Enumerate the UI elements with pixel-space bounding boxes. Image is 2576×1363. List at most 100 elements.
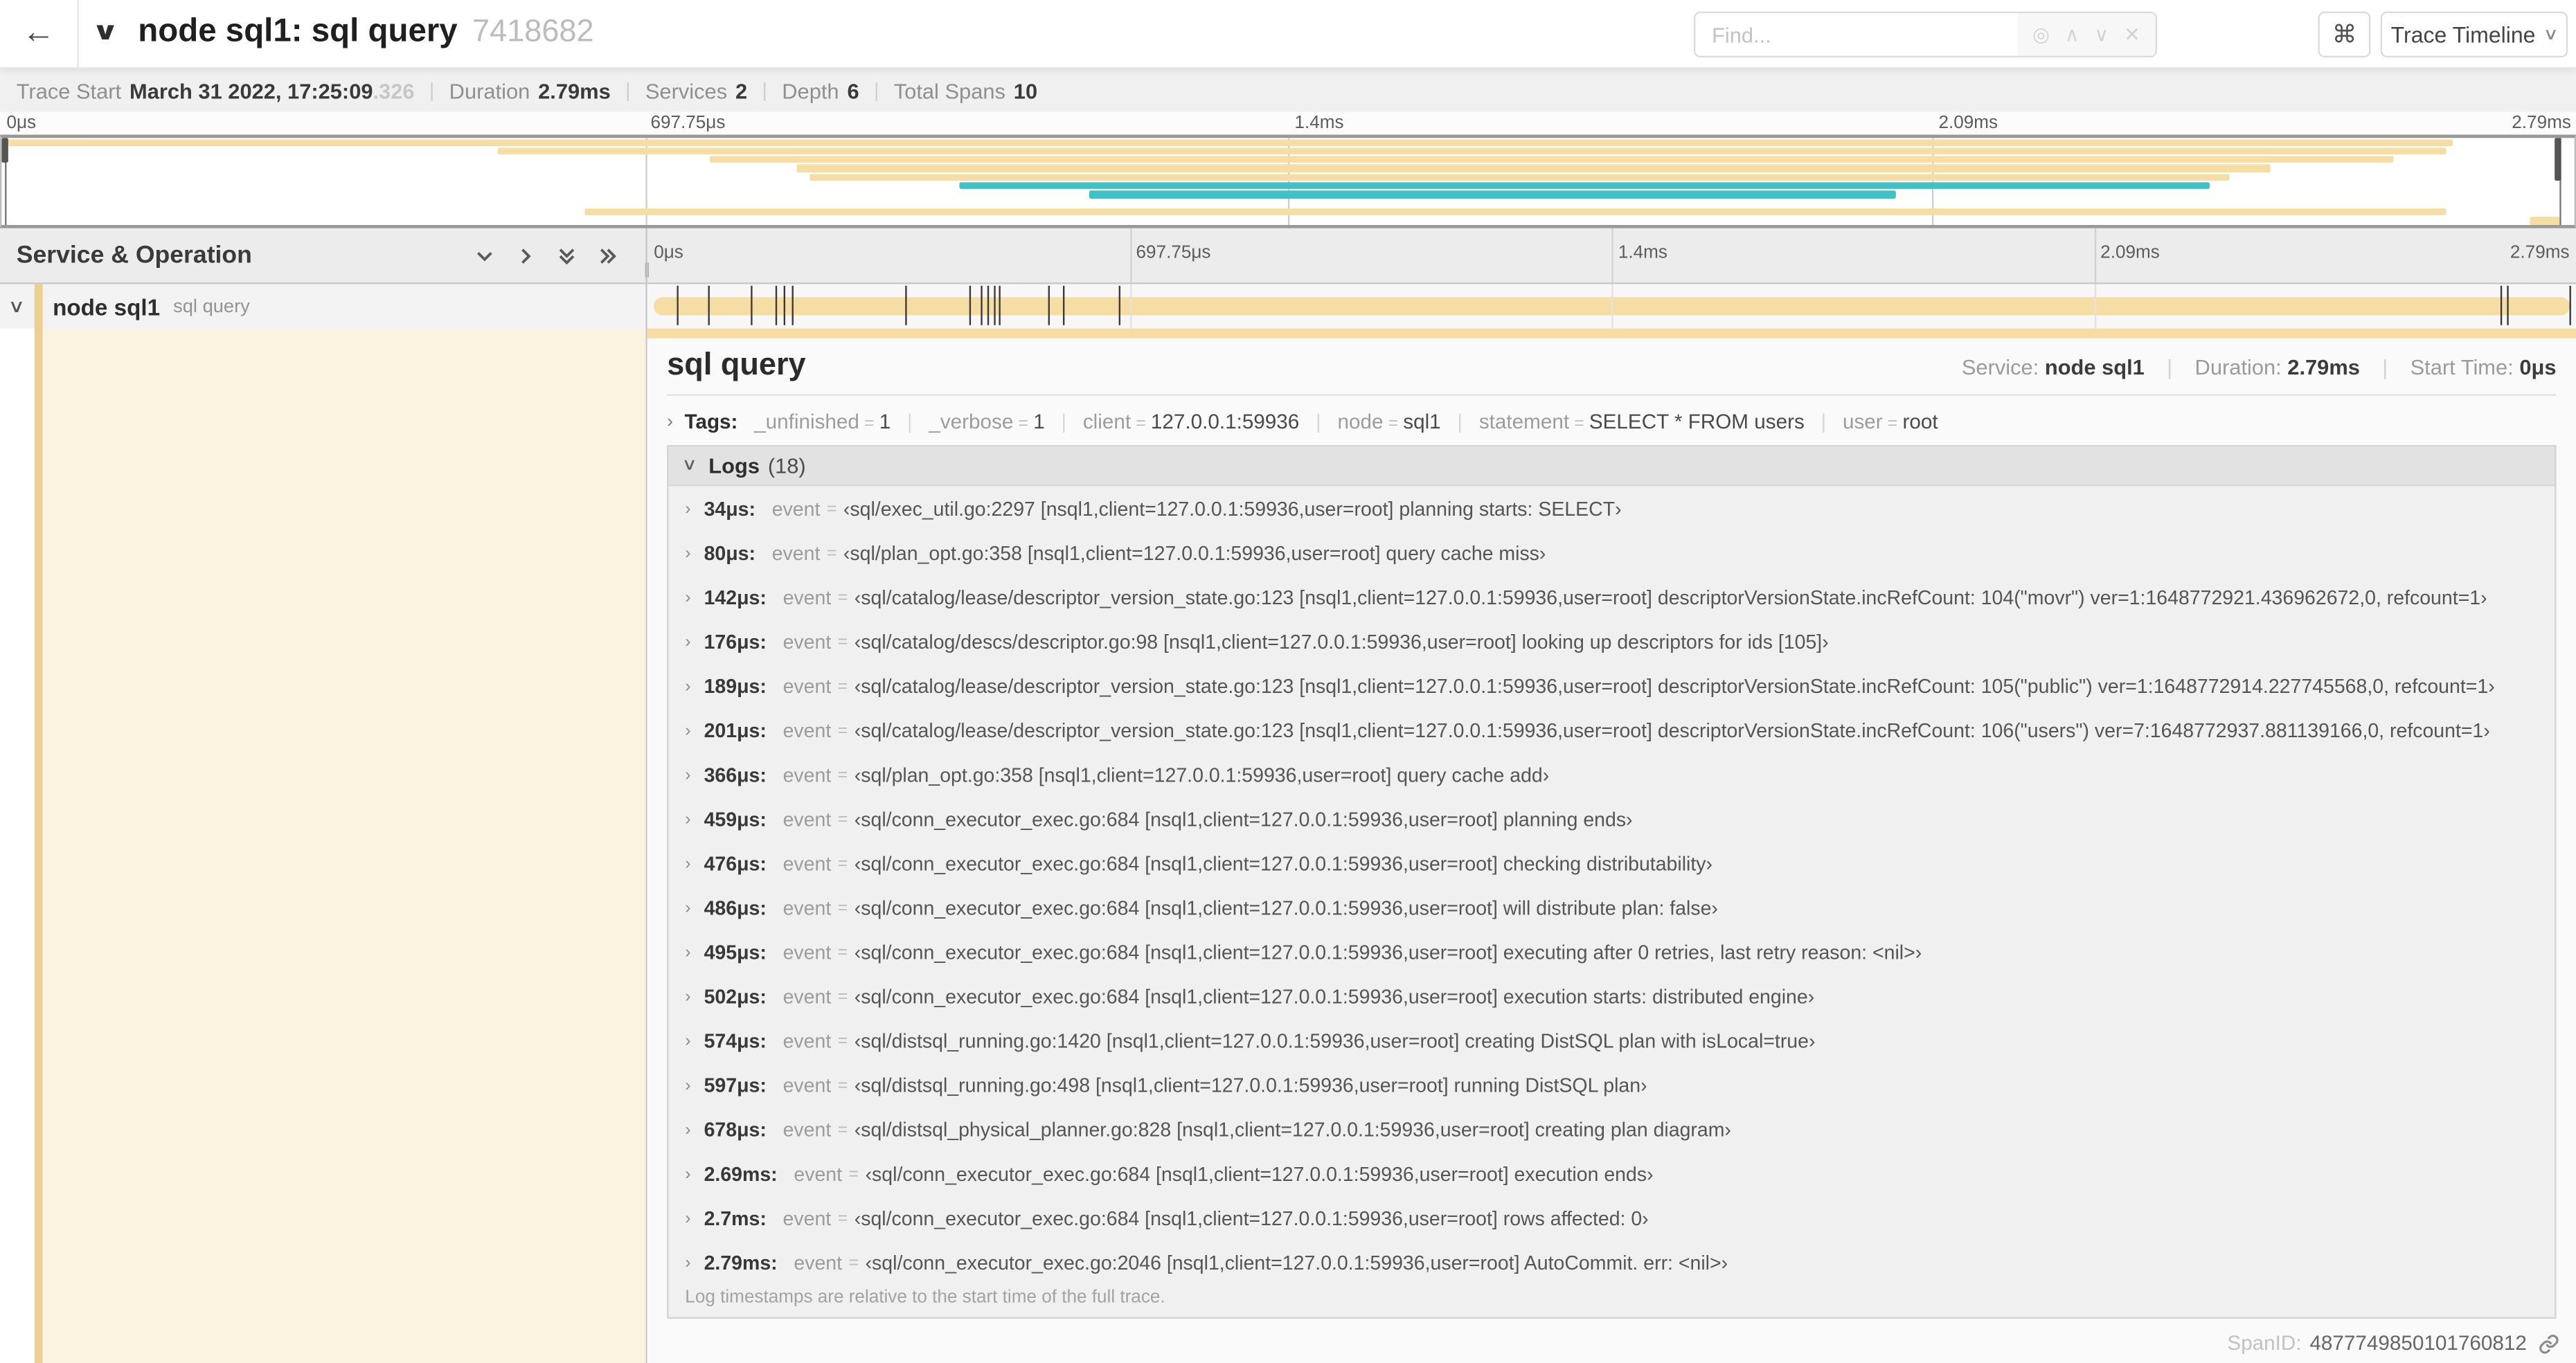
log-row[interactable]: › 366μs: event = ‹sql/plan_opt.go:358 [nsql1… <box>669 752 2555 797</box>
log-field-name: event <box>771 541 821 564</box>
trace-id: 7418682 <box>472 15 594 50</box>
chevron-right-icon: › <box>685 676 691 696</box>
chevron-right-icon: › <box>685 764 691 784</box>
match-focus-icon[interactable]: ◎ <box>2032 23 2050 46</box>
log-row[interactable]: › 476μs: event = ‹sql/conn_executor_exec.go:… <box>669 841 2555 885</box>
log-marker-tick <box>751 285 753 325</box>
next-match-icon[interactable]: ∨ <box>2094 23 2109 46</box>
equals-sign: = <box>1887 413 1898 434</box>
trace-start-label: Trace Start <box>16 78 122 103</box>
log-field-name: event <box>794 1162 843 1185</box>
logs-accordion: ∨ Logs (18) › 34μs: event = ‹sql/exec_util.g… <box>667 444 2557 1319</box>
log-row[interactable]: › 2.7ms: event = ‹sql/conn_executor_exec.go:… <box>669 1195 2555 1240</box>
left-panel-fill <box>0 328 647 1363</box>
equals-sign: = <box>837 941 848 962</box>
minimap-canvas[interactable] <box>0 134 2576 228</box>
chevron-right-icon: › <box>685 1030 691 1051</box>
log-value: ‹sql/distsql_running.go:498 [nsql1,clien… <box>854 1073 1647 1096</box>
span-color-top-strip <box>647 328 2576 339</box>
log-row[interactable]: › 495μs: event = ‹sql/conn_executor_exec.go:… <box>669 930 2555 974</box>
log-timestamp: 80μs: <box>704 541 755 564</box>
equals-sign: = <box>837 764 848 784</box>
equals-sign: = <box>864 413 875 434</box>
deep-link-icon[interactable] <box>2538 1333 2559 1354</box>
ruler-tick-label: 1.4ms <box>1618 243 1667 263</box>
log-timestamp: 502μs: <box>704 984 767 1008</box>
trace-title: node sql1: sql query <box>138 12 458 50</box>
chevron-right-icon: › <box>685 631 691 651</box>
service-label: Service: <box>1961 354 2039 380</box>
back-button[interactable]: ← <box>0 0 79 68</box>
span-bar-row[interactable] <box>647 284 2576 329</box>
duration-label: Duration: <box>2194 354 2282 380</box>
left-scrubber-handle[interactable] <box>1 138 8 163</box>
log-marker-tick <box>993 285 996 325</box>
log-row[interactable]: › 678μs: event = ‹sql/distsql_physical_plann… <box>669 1107 2555 1151</box>
separator: | <box>2167 354 2173 380</box>
tag-key: _unfinished <box>754 410 859 434</box>
log-marker-tick <box>774 285 777 325</box>
log-row[interactable]: › 597μs: event = ‹sql/distsql_running.go:498… <box>669 1063 2555 1107</box>
trace-collapse-chevron-icon[interactable]: ∨ <box>91 17 119 46</box>
equals-sign: = <box>837 1207 848 1228</box>
prev-match-icon[interactable]: ∧ <box>2065 23 2079 46</box>
view-type-dropdown[interactable]: Trace Timeline ∨ <box>2380 11 2568 58</box>
tags-accordion[interactable]: › Tags: _unfinished = 1 | _verbose = 1 | client =… <box>667 406 2556 438</box>
log-marker-tick <box>998 285 1001 325</box>
log-row[interactable]: › 34μs: event = ‹sql/exec_util.go:2297 [nsql… <box>669 486 2555 530</box>
log-field-name: event <box>782 585 832 608</box>
equals-sign: = <box>837 853 848 873</box>
equals-sign: = <box>1388 413 1399 434</box>
minimap-span-bar <box>2530 217 2559 225</box>
service-operation-header: Service & Operation ∥ <box>0 228 651 283</box>
tags-label: Tags: <box>684 410 738 434</box>
minimap-span-bar <box>1089 190 1895 199</box>
log-row[interactable]: › 201μs: event = ‹sql/catalog/lease/descript… <box>669 708 2555 752</box>
duration-value: 2.79ms <box>2287 354 2360 380</box>
chevron-right-icon: › <box>685 1074 691 1095</box>
log-timestamp: 176μs: <box>704 629 767 653</box>
log-row[interactable]: › 486μs: event = ‹sql/conn_executor_exec.go:… <box>669 885 2555 930</box>
tag-key: node <box>1337 410 1384 434</box>
log-row[interactable]: › 176μs: event = ‹sql/catalog/descs/descript… <box>669 619 2555 663</box>
row-gridline <box>1129 284 1132 329</box>
chevron-right-icon: › <box>685 1207 691 1228</box>
find-input[interactable] <box>1695 12 2018 56</box>
trace-minimap[interactable]: 0μs 697.75μs 1.4ms 2.09ms 2.79ms <box>0 111 2576 228</box>
tag-key: _verbose <box>929 410 1014 434</box>
collapse-all-icon[interactable] <box>555 244 578 267</box>
log-row[interactable]: › 2.79ms: event = ‹sql/conn_executor_exec.go… <box>669 1240 2555 1284</box>
expand-one-icon[interactable] <box>515 244 537 267</box>
log-field-name: event <box>782 674 832 698</box>
collapse-one-icon[interactable] <box>473 244 496 267</box>
minimap-tick-label: 0μs <box>6 113 37 134</box>
log-row[interactable]: › 80μs: event = ‹sql/plan_opt.go:358 [nsql1,… <box>669 530 2555 575</box>
log-row[interactable]: › 142μs: event = ‹sql/catalog/lease/descript… <box>669 575 2555 619</box>
log-timestamp: 495μs: <box>704 940 767 964</box>
log-row[interactable]: › 459μs: event = ‹sql/conn_executor_exec.go:… <box>669 797 2555 841</box>
tag-value: 1 <box>879 410 891 434</box>
clear-find-icon[interactable]: ✕ <box>2124 23 2140 46</box>
right-scrubber-handle[interactable] <box>2555 138 2562 181</box>
total-spans-value: 10 <box>1013 78 1038 103</box>
column-resizer-grip[interactable]: ∥ <box>643 261 652 279</box>
log-value: ‹sql/conn_executor_exec.go:684 [nsql1,cl… <box>854 807 1633 831</box>
tag-value: 1 <box>1033 410 1045 434</box>
log-row[interactable]: › 574μs: event = ‹sql/distsql_running.go:142… <box>669 1018 2555 1063</box>
expand-all-icon[interactable] <box>596 244 619 267</box>
log-row[interactable]: › 502μs: event = ‹sql/conn_executor_exec.go:… <box>669 974 2555 1018</box>
log-value: ‹sql/conn_executor_exec.go:684 [nsql1,cl… <box>865 1162 1654 1185</box>
jaeger-trace-page: ← ∨ node sql1: sql query7418682 ◎ ∧ ∨ ✕ … <box>0 0 2576 1363</box>
keyboard-shortcuts-button[interactable]: ⌘ <box>2318 11 2371 58</box>
equals-sign: = <box>848 1252 859 1272</box>
separator: | <box>1821 410 1827 434</box>
logs-header[interactable]: ∨ Logs (18) <box>668 446 2555 487</box>
log-row[interactable]: › 2.69ms: event = ‹sql/conn_executor_exec.go… <box>669 1151 2555 1195</box>
minimap-tick-label: 697.75μs <box>650 113 726 134</box>
span-tree-row[interactable]: ∨ node sql1 sql query <box>0 284 647 330</box>
logs-label: Logs <box>708 453 760 478</box>
row-collapse-chevron-icon[interactable]: ∨ <box>8 296 25 316</box>
log-timestamp: 366μs: <box>704 763 767 786</box>
log-row[interactable]: › 189μs: event = ‹sql/catalog/lease/descript… <box>669 663 2555 707</box>
log-field-name: event <box>782 984 832 1008</box>
